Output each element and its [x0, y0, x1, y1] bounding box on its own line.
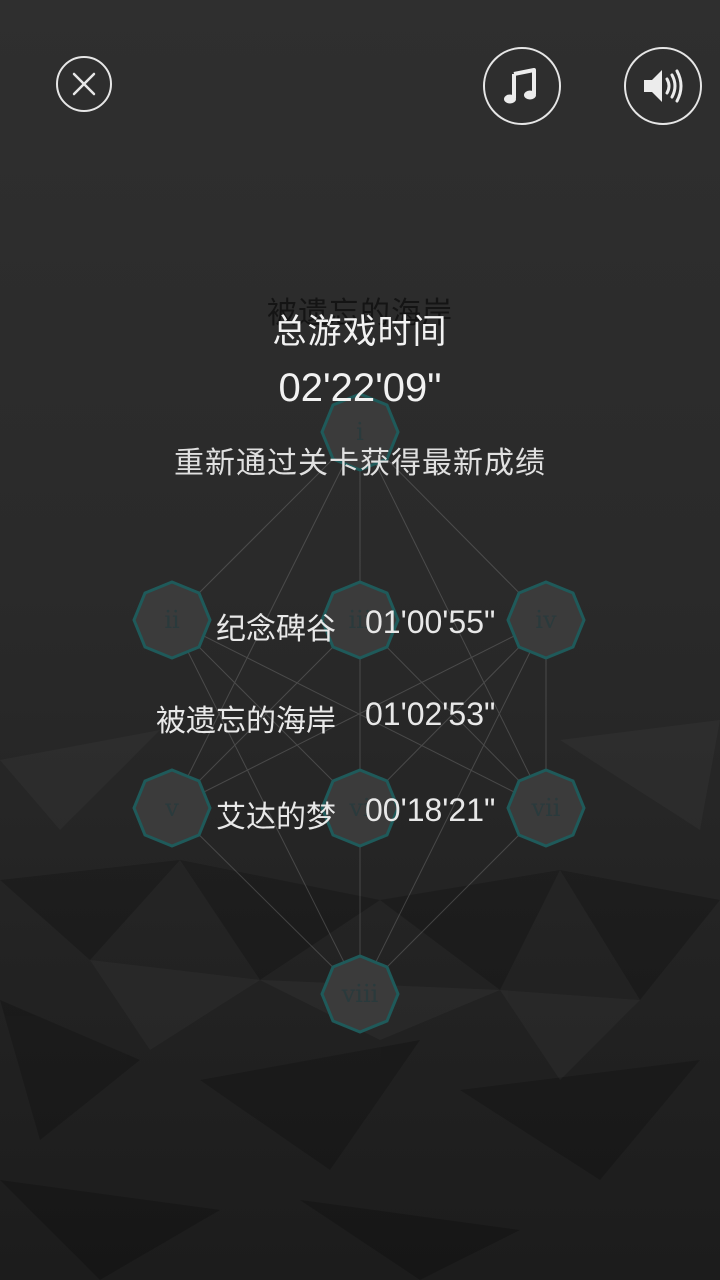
level-node-viii[interactable]: viii: [320, 954, 400, 1034]
record-row: 纪念碑谷 01'00'55": [0, 604, 720, 648]
music-toggle-button[interactable]: [483, 47, 561, 125]
record-row: 被遗忘的海岸 01'02'53": [0, 696, 720, 740]
replay-hint-text: 重新通过关卡获得最新成绩: [174, 446, 546, 481]
record-time: 00'18'21": [365, 792, 496, 828]
close-icon: [72, 72, 96, 96]
record-time: 01'02'53": [365, 696, 496, 732]
record-row: 艾达的梦 00'18'21": [0, 792, 720, 836]
speaker-volume-icon: [644, 69, 683, 103]
record-chapter-name: 艾达的梦: [216, 800, 336, 835]
sound-toggle-button[interactable]: [624, 47, 702, 125]
close-button[interactable]: [56, 56, 112, 112]
music-note-icon: [504, 68, 536, 104]
record-chapter-name: 纪念碑谷: [216, 612, 336, 647]
total-playtime-value: 02'22'09": [278, 366, 442, 410]
total-playtime-label: 总游戏时间: [272, 312, 448, 352]
record-time: 01'00'55": [365, 604, 496, 640]
record-chapter-name: 被遗忘的海岸: [156, 704, 336, 739]
level-node-label: viii: [341, 980, 379, 1008]
